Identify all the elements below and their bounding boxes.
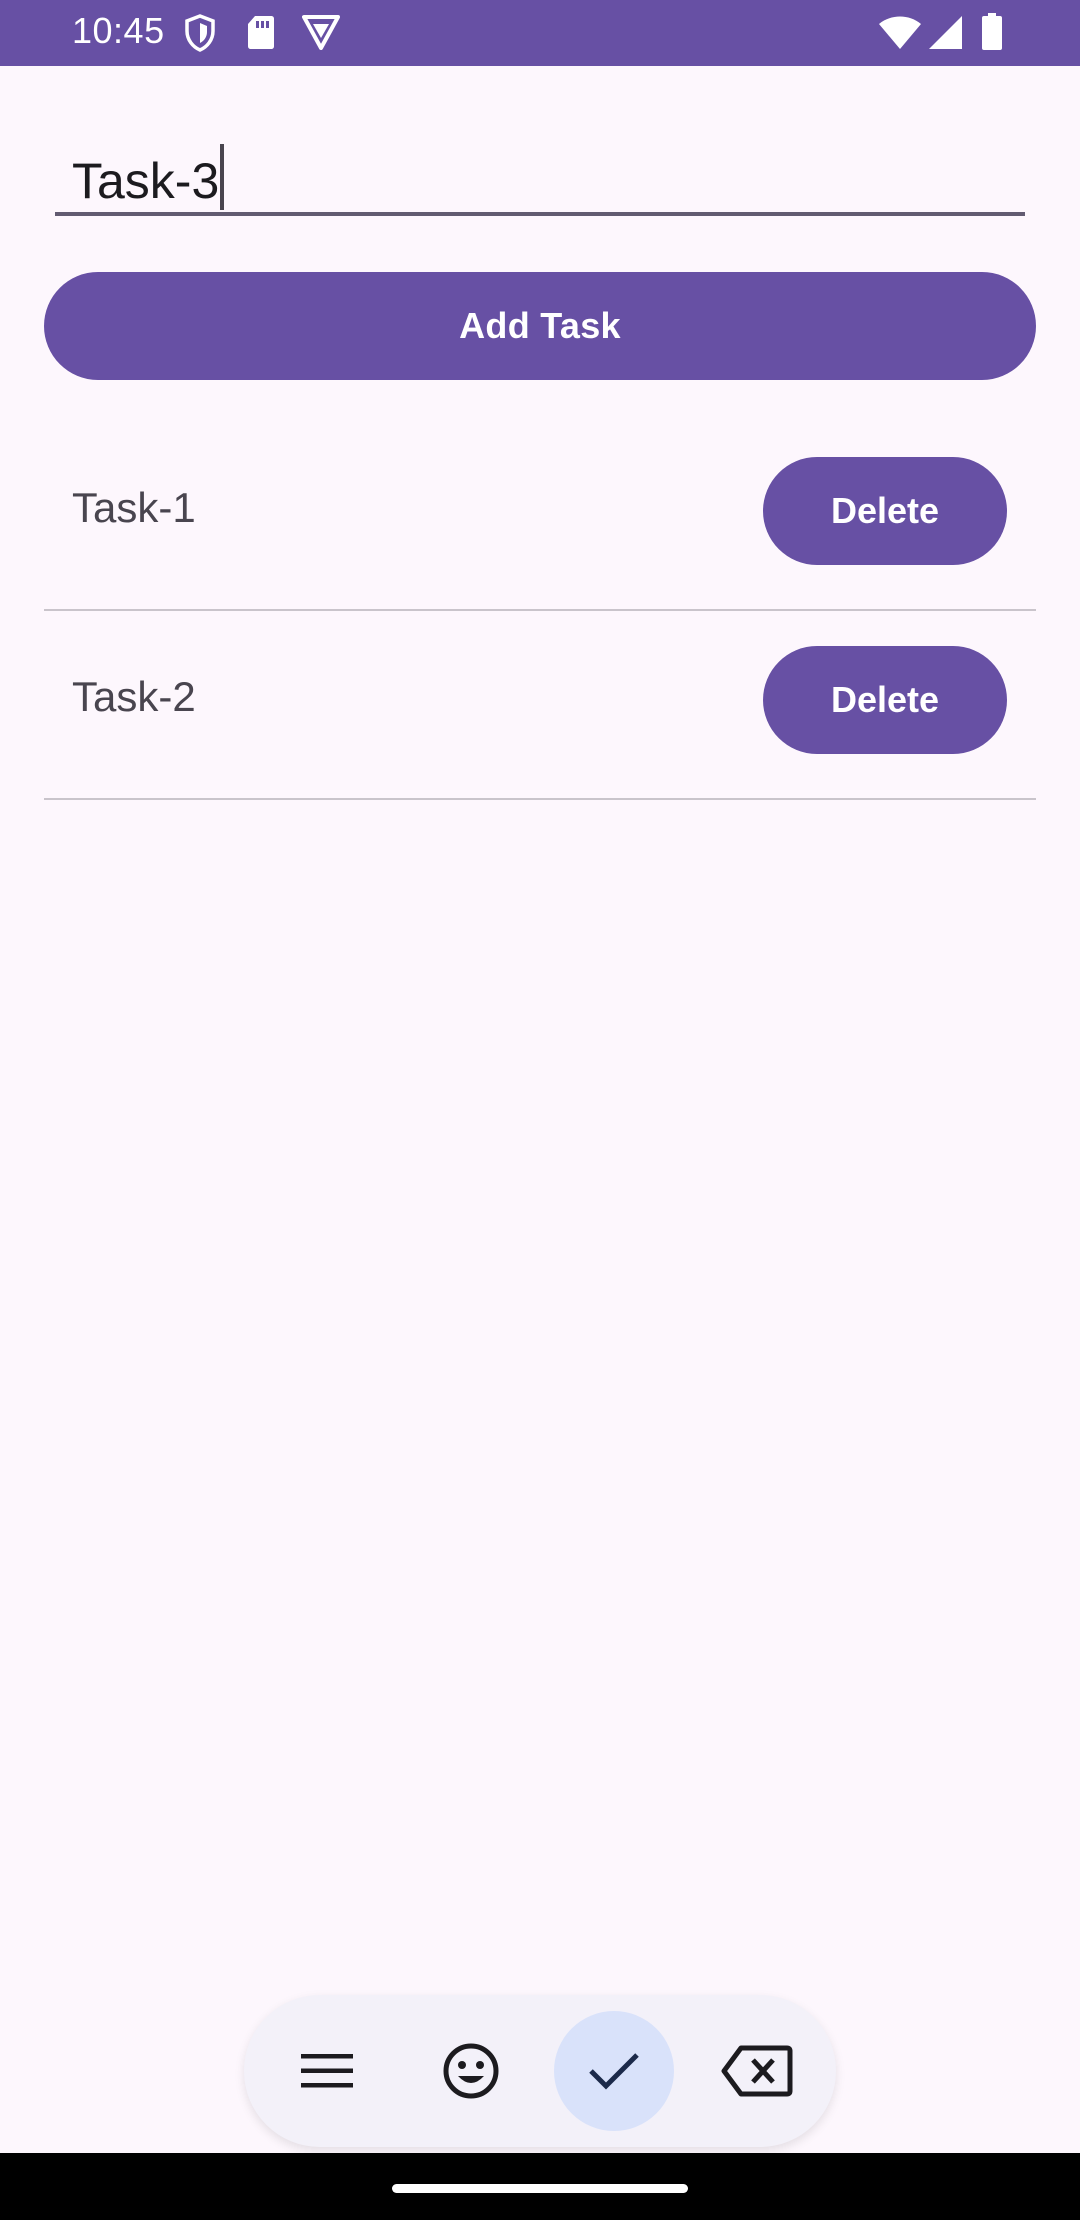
shield-icon bbox=[184, 14, 216, 57]
signal-icon bbox=[928, 15, 964, 56]
vpn-icon bbox=[302, 14, 340, 55]
text-cursor bbox=[220, 144, 225, 210]
sd-card-icon bbox=[247, 14, 275, 55]
task-label: Task-1 bbox=[72, 484, 196, 531]
menu-icon[interactable] bbox=[267, 2011, 387, 2131]
add-task-button[interactable]: Add Task bbox=[44, 272, 1036, 380]
navigation-bar bbox=[0, 2153, 1080, 2220]
battery-icon bbox=[981, 13, 1003, 56]
delete-button[interactable]: Delete bbox=[763, 457, 1007, 565]
delete-button[interactable]: Delete bbox=[763, 646, 1007, 754]
task-label: Task-2 bbox=[72, 673, 196, 720]
list-item: Task-1 Delete bbox=[44, 421, 1036, 611]
home-handle[interactable] bbox=[392, 2184, 688, 2193]
keyboard-toolbar bbox=[244, 1995, 836, 2147]
check-icon[interactable] bbox=[554, 2011, 674, 2131]
wifi-icon bbox=[878, 15, 922, 56]
backspace-icon[interactable] bbox=[697, 2011, 817, 2131]
task-input-value: Task-3 bbox=[72, 153, 220, 209]
emoji-icon[interactable] bbox=[411, 2011, 531, 2131]
list-item: Task-2 Delete bbox=[44, 610, 1036, 800]
task-input[interactable]: Task-3 bbox=[55, 130, 1025, 216]
status-bar: 10:45 bbox=[0, 0, 1080, 66]
status-time: 10:45 bbox=[72, 10, 165, 51]
